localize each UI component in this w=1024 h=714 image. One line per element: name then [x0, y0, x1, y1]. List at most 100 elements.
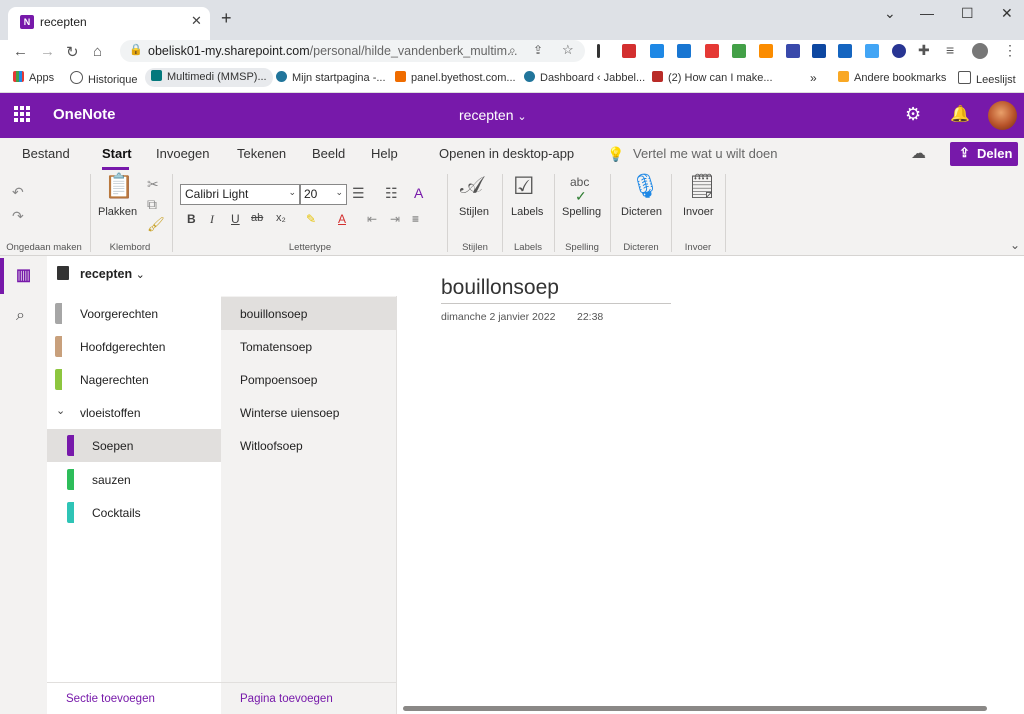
microphone-icon[interactable]: 🎙: [630, 172, 660, 201]
tell-me-input[interactable]: Vertel me wat u wilt doen: [633, 146, 778, 161]
horizontal-scrollbar[interactable]: [403, 706, 987, 711]
url-text[interactable]: obelisk01-my.sharepoint.com/personal/hil…: [148, 44, 517, 58]
paste-button[interactable]: Plakken: [98, 206, 137, 218]
section-item[interactable]: sauzen: [47, 463, 221, 496]
tag-checkbox-icon[interactable]: ☑: [513, 172, 535, 201]
extension-icon[interactable]: [838, 44, 852, 58]
align-icon[interactable]: ≡: [412, 212, 419, 226]
highlight-icon[interactable]: ✎: [306, 212, 316, 226]
notebook-switcher[interactable]: recepten ⌄: [80, 267, 145, 281]
page-item[interactable]: Pompoensoep: [221, 363, 396, 396]
labels-button[interactable]: Labels: [511, 206, 543, 218]
puzzle-extensions-icon[interactable]: ✚: [918, 42, 930, 59]
cloud-sync-icon[interactable]: ☁: [911, 144, 926, 162]
bookmark-startpagina[interactable]: Mijn startpagina -...: [276, 71, 386, 84]
lock-icon[interactable]: 🔒: [129, 43, 143, 56]
section-item[interactable]: Voorgerechten: [47, 297, 221, 330]
avatar[interactable]: [988, 101, 1017, 130]
extension-icon[interactable]: [705, 44, 719, 58]
bookmark-dashboard[interactable]: Dashboard ‹ Jabbel...: [524, 71, 645, 84]
italic-button[interactable]: I: [210, 212, 214, 227]
bookmark-historique[interactable]: Historique: [70, 71, 138, 86]
tab-start[interactable]: Start: [102, 146, 132, 161]
bookmark-reading-list[interactable]: Leeslijst: [958, 71, 1016, 86]
tab-beeld[interactable]: Beeld: [312, 146, 345, 161]
browser-menu-icon[interactable]: ⋮: [1003, 42, 1017, 59]
section-item[interactable]: Nagerechten: [47, 363, 221, 396]
home-icon[interactable]: ⌂: [93, 43, 102, 60]
extension-icon[interactable]: [892, 44, 906, 58]
increase-indent-icon[interactable]: ⇥: [390, 212, 400, 226]
tab-help[interactable]: Help: [371, 146, 398, 161]
eyedropper-extension-icon[interactable]: [597, 44, 600, 58]
close-window-icon[interactable]: ✕: [1001, 5, 1013, 22]
undo-icon[interactable]: ↶: [12, 184, 24, 201]
extension-icon[interactable]: [812, 44, 826, 58]
styles-icon[interactable]: 𝒜: [460, 172, 483, 200]
page-item[interactable]: Witloofsoep: [221, 429, 396, 462]
spelling-button[interactable]: Spelling: [562, 206, 601, 218]
add-section-button[interactable]: Sectie toevoegen: [66, 693, 155, 705]
clipboard-icon[interactable]: 📋: [104, 172, 134, 201]
new-tab-icon[interactable]: +: [221, 8, 232, 29]
address-bar[interactable]: 🔒 obelisk01-my.sharepoint.com/personal/h…: [120, 40, 585, 62]
close-tab-icon[interactable]: ✕: [191, 13, 202, 29]
share-button[interactable]: ⇪ Delen: [950, 142, 1018, 166]
extension-icon[interactable]: [759, 44, 773, 58]
gear-icon[interactable]: ⚙: [905, 104, 921, 125]
copy-icon[interactable]: ⧉: [147, 196, 157, 213]
subscript-button[interactable]: x₂: [276, 212, 286, 224]
clear-formatting-icon[interactable]: A: [414, 185, 423, 201]
extension-icon[interactable]: [732, 44, 746, 58]
share-page-icon[interactable]: ⇪: [533, 43, 543, 57]
browser-tab[interactable]: N recepten ✕: [8, 7, 210, 40]
font-size-dropdown[interactable]: 20 ⌄: [300, 184, 347, 205]
chevron-down-icon[interactable]: ⌄: [56, 404, 65, 417]
reload-icon[interactable]: ↻: [66, 43, 79, 61]
page-item[interactable]: Tomatensoep: [221, 330, 396, 363]
bookmark-quora[interactable]: (2) How can I make...: [652, 71, 773, 84]
bookmark-other[interactable]: Andere bookmarks: [838, 71, 946, 84]
back-icon[interactable]: ←: [13, 43, 28, 60]
bullets-icon[interactable]: ☰: [352, 185, 365, 202]
forward-icon[interactable]: →: [40, 43, 55, 60]
notebook-title-dropdown[interactable]: recepten ⌄: [459, 107, 527, 123]
decrease-indent-icon[interactable]: ⇤: [367, 212, 377, 226]
bookmark-star-icon[interactable]: ☆: [562, 42, 574, 58]
insert-button[interactable]: Invoer: [683, 206, 714, 218]
page-title[interactable]: bouillonsoep: [441, 276, 559, 300]
section-item[interactable]: Hoofdgerechten: [47, 330, 221, 363]
zoom-icon[interactable]: ⌕: [509, 43, 516, 58]
app-launcher-icon[interactable]: [14, 106, 30, 122]
chevron-down-icon[interactable]: ⌄: [884, 5, 896, 22]
bookmark-apps[interactable]: Apps: [13, 71, 54, 84]
tab-tekenen[interactable]: Tekenen: [237, 146, 286, 161]
bookmarks-overflow-icon[interactable]: »: [810, 71, 817, 85]
note-icon[interactable]: 🗒: [687, 172, 717, 201]
tab-invoegen[interactable]: Invoegen: [156, 146, 210, 161]
bookmark-multimedi[interactable]: Multimedi (MMSP)...: [145, 68, 273, 87]
minimize-icon[interactable]: —: [920, 5, 934, 21]
tab-bestand[interactable]: Bestand: [22, 146, 70, 161]
underline-button[interactable]: U: [231, 212, 240, 226]
extension-icon[interactable]: [677, 44, 691, 58]
search-icon[interactable]: ⌕: [16, 307, 25, 325]
numbering-icon[interactable]: ☷: [385, 185, 398, 202]
extension-icon[interactable]: [650, 44, 664, 58]
media-control-icon[interactable]: ≡: [946, 42, 954, 58]
app-name[interactable]: OneNote: [53, 106, 116, 123]
page-item[interactable]: Winterse uiensoep: [221, 396, 396, 429]
redo-icon[interactable]: ↷: [12, 208, 24, 225]
spelling-icon[interactable]: abc: [570, 175, 589, 189]
notebooks-icon[interactable]: ▥: [16, 265, 31, 285]
section-item-selected[interactable]: Soepen: [47, 429, 221, 462]
bold-button[interactable]: B: [187, 212, 196, 226]
bell-icon[interactable]: 🔔: [950, 104, 970, 124]
page-canvas[interactable]: bouillonsoep dimanche 2 janvier 2022 22:…: [397, 256, 1024, 714]
styles-button[interactable]: Stijlen: [459, 206, 489, 218]
strikethrough-button[interactable]: ab: [251, 212, 263, 224]
add-page-button[interactable]: Pagina toevoegen: [240, 693, 333, 705]
section-item[interactable]: Cocktails: [47, 496, 221, 529]
extension-icon[interactable]: [865, 44, 879, 58]
font-name-dropdown[interactable]: Calibri Light ⌄: [180, 184, 300, 205]
